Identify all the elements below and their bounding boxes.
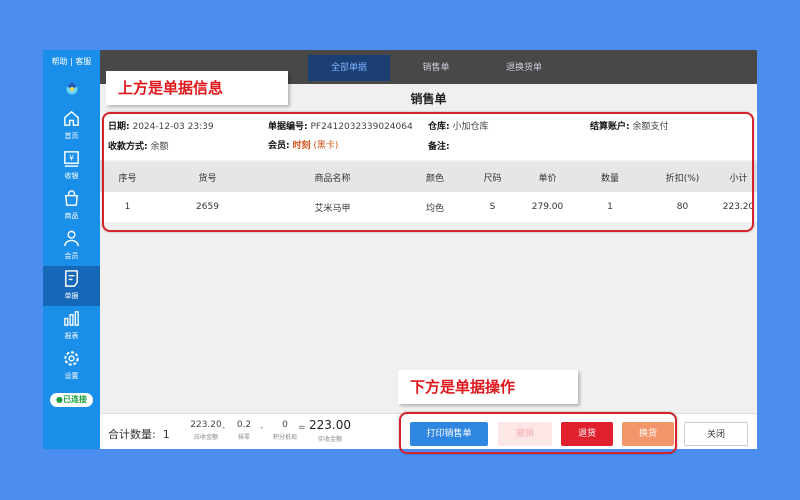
cashier-icon: ¥ bbox=[64, 151, 79, 167]
svg-text:¥: ¥ bbox=[69, 153, 74, 162]
logo-icon bbox=[64, 80, 80, 96]
sidebar-item-documents[interactable]: 单据 bbox=[43, 266, 100, 306]
home-icon bbox=[64, 110, 79, 126]
sidebar-item-label: 首页 bbox=[64, 132, 79, 140]
tab-sales-orders[interactable]: 销售单 bbox=[400, 55, 472, 81]
user-icon bbox=[64, 230, 79, 247]
actual-amount: 223.00 实收金额 bbox=[309, 418, 351, 443]
total-quantity: 合计数量: 1 bbox=[108, 428, 170, 441]
bar-chart-icon bbox=[64, 311, 79, 326]
annotation-bottom-label: 下方是单据操作 bbox=[398, 370, 578, 404]
sidebar: 帮助 | 客服 首页 ¥ 收银 商品 会员 单据 报表 设置 ●已连接 bbox=[43, 50, 100, 449]
annotation-top-label: 上方是单据信息 bbox=[106, 71, 288, 105]
receivable-amount: 223.20 应收金额 bbox=[190, 420, 222, 441]
link-icon: ● bbox=[56, 395, 63, 404]
rounding-amount: 0.2 抹零 bbox=[236, 420, 252, 441]
sidebar-item-settings[interactable]: 设置 bbox=[43, 346, 100, 386]
sidebar-item-label: 单据 bbox=[64, 292, 79, 300]
points-amount: 0 积分抵现 bbox=[272, 420, 297, 441]
close-button[interactable]: 关闭 bbox=[684, 422, 748, 446]
sidebar-item-label: 会员 bbox=[64, 252, 79, 260]
help-support-link[interactable]: 帮助 | 客服 bbox=[43, 56, 100, 67]
minus-sign: - bbox=[260, 423, 264, 433]
gear-icon bbox=[64, 351, 79, 366]
tab-all-documents[interactable]: 全部单据 bbox=[308, 55, 390, 81]
tab-return-exchange[interactable]: 退换货单 bbox=[480, 55, 568, 81]
actions-highlight-frame bbox=[399, 412, 677, 454]
equals-sign: = bbox=[298, 423, 306, 433]
shopping-bag-icon bbox=[65, 190, 78, 206]
sidebar-item-home[interactable]: 首页 bbox=[43, 106, 100, 146]
sidebar-item-label: 报表 bbox=[64, 332, 79, 340]
sidebar-item-products[interactable]: 商品 bbox=[43, 186, 100, 226]
sidebar-item-members[interactable]: 会员 bbox=[43, 226, 100, 266]
connection-status-badge: ●已连接 bbox=[50, 393, 93, 407]
document-icon bbox=[65, 270, 78, 287]
sidebar-item-label: 收银 bbox=[64, 172, 79, 180]
info-highlight-frame bbox=[102, 112, 754, 232]
sidebar-item-cashier[interactable]: ¥ 收银 bbox=[43, 146, 100, 186]
sidebar-item-reports[interactable]: 报表 bbox=[43, 306, 100, 346]
sidebar-item-label: 设置 bbox=[64, 372, 79, 380]
sidebar-item-label: 商品 bbox=[64, 212, 79, 220]
minus-sign: - bbox=[222, 423, 226, 433]
